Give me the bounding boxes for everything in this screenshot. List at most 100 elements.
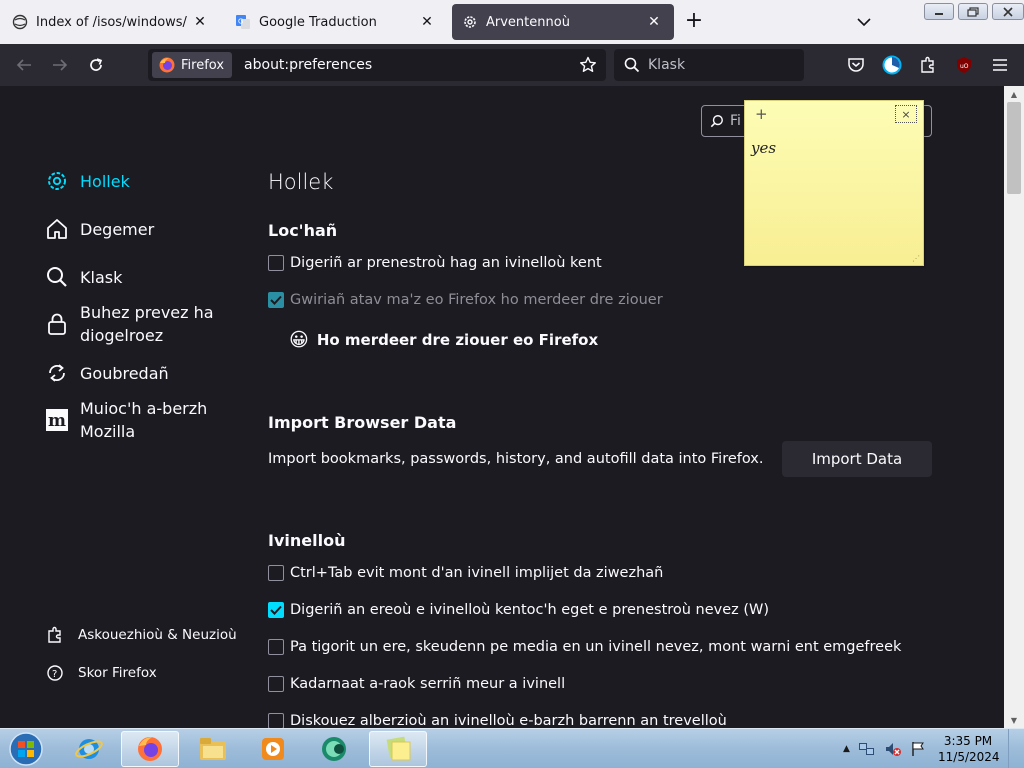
clock-date: 11/5/2024 bbox=[938, 750, 1000, 764]
close-tab-icon[interactable]: ✕ bbox=[417, 12, 437, 32]
show-desktop-button[interactable] bbox=[1008, 729, 1024, 768]
app-menu-button[interactable] bbox=[988, 53, 1012, 77]
close-note-button[interactable]: × bbox=[895, 105, 917, 123]
sidebar-item-klask[interactable]: Klask bbox=[44, 264, 122, 290]
identity-box[interactable]: Firefox bbox=[152, 52, 233, 78]
checkbox-label: Digeriñ an ereoù e ivinelloù kentoc'h eg… bbox=[290, 602, 770, 618]
sidebar-footer-support[interactable]: ? Skor Firefox bbox=[46, 664, 157, 682]
forward-button[interactable] bbox=[48, 53, 72, 77]
sidebar-item-label: Buhez prevez ha diogelroez bbox=[80, 303, 214, 345]
windows-start-icon bbox=[9, 732, 43, 766]
lock-icon bbox=[44, 311, 70, 337]
tab-title: Arventennoù bbox=[486, 14, 570, 30]
checkbox-check-default-browser[interactable]: Gwiriañ atav ma'z eo Firefox ho merdeer … bbox=[268, 292, 663, 308]
star-icon bbox=[580, 56, 596, 72]
checkbox[interactable] bbox=[268, 602, 284, 618]
sidebar-item-privacy[interactable]: Buhez prevez ha diogelroez bbox=[44, 301, 224, 347]
taskbar-sticky-notes[interactable] bbox=[369, 731, 427, 767]
gear-icon bbox=[462, 14, 478, 30]
scroll-up-arrow[interactable]: ▲ bbox=[1004, 86, 1024, 102]
new-tab-button[interactable]: + bbox=[682, 10, 706, 34]
pocket-button[interactable] bbox=[844, 53, 868, 77]
list-all-tabs-button[interactable] bbox=[852, 10, 876, 34]
sidebar-item-label: Hollek bbox=[80, 171, 130, 191]
sidebar-item-label: Goubredañ bbox=[80, 363, 169, 383]
account-button[interactable] bbox=[880, 53, 904, 77]
scroll-thumb[interactable] bbox=[1007, 102, 1021, 194]
taskbar-clock[interactable]: 3:35 PM 11/5/2024 bbox=[938, 733, 1000, 765]
taskbar: ▲ 3:35 PM 11/5/2024 bbox=[0, 728, 1024, 768]
sticky-note[interactable]: + × yes ⋰ bbox=[744, 100, 924, 266]
taskbar-app[interactable] bbox=[306, 731, 364, 767]
checkbox-label: Digeriñ ar prenestroù hag an ivinelloù k… bbox=[290, 255, 602, 271]
tab-arventennou[interactable]: Arventennoù ✕ bbox=[452, 4, 674, 40]
checkbox-label: Gwiriañ atav ma'z eo Firefox ho merdeer … bbox=[290, 292, 663, 308]
checkbox[interactable] bbox=[268, 292, 284, 308]
help-icon: ? bbox=[47, 665, 63, 681]
default-browser-text: Ho merdeer dre ziouer eo Firefox bbox=[316, 331, 599, 349]
checkbox-tab-previews[interactable]: Diskouez alberzioù an ivinelloù e-barzh … bbox=[268, 713, 727, 728]
page-title: Hollek bbox=[268, 170, 334, 194]
url-text[interactable]: about:preferences bbox=[244, 57, 574, 73]
page-scrollbar[interactable]: ▲ ▼ bbox=[1004, 86, 1024, 728]
close-window-button[interactable] bbox=[992, 3, 1024, 20]
reload-button[interactable] bbox=[84, 53, 108, 77]
sidebar-item-goubredan[interactable]: Goubredañ bbox=[44, 360, 169, 386]
taskbar-firefox[interactable] bbox=[121, 731, 179, 767]
sidebar-item-mozilla[interactable]: m Muioc'h a-berzh Mozilla bbox=[44, 397, 224, 443]
checkbox[interactable] bbox=[268, 676, 284, 692]
checkbox-switch-to-new-tab[interactable]: Pa tigorit un ere, skeudenn pe media en … bbox=[268, 639, 901, 655]
close-tab-icon[interactable]: ✕ bbox=[644, 12, 664, 32]
system-tray: ▲ bbox=[843, 729, 926, 768]
smiley-icon: 😀 bbox=[289, 329, 309, 351]
network-icon[interactable] bbox=[858, 741, 876, 757]
checkbox[interactable] bbox=[268, 565, 284, 581]
checkbox-confirm-close-tabs[interactable]: Kadarnaat a-raok serriñ meur a ivinell bbox=[268, 676, 565, 692]
tab-google-traduction[interactable]: G Google Traduction ✕ bbox=[225, 4, 447, 40]
extensions-button[interactable] bbox=[916, 53, 940, 77]
scroll-down-arrow[interactable]: ▼ bbox=[1004, 712, 1024, 728]
resize-grip[interactable]: ⋰ bbox=[912, 254, 920, 263]
firefox-icon bbox=[159, 57, 175, 73]
bookmark-star-button[interactable] bbox=[574, 51, 602, 79]
sidebar-item-degemer[interactable]: Degemer bbox=[44, 216, 154, 242]
new-note-button[interactable]: + bbox=[755, 105, 768, 123]
sidebar-item-hollek[interactable]: Hollek bbox=[44, 168, 130, 194]
restore-button[interactable] bbox=[958, 3, 988, 20]
reload-icon bbox=[90, 58, 103, 71]
home-icon bbox=[44, 216, 70, 242]
checkbox-label: Diskouez alberzioù an ivinelloù e-barzh … bbox=[290, 713, 727, 728]
action-center-flag-icon[interactable] bbox=[910, 741, 926, 757]
search-bar[interactable]: Klask bbox=[614, 49, 804, 81]
sticky-note-text[interactable]: yes bbox=[751, 139, 776, 157]
sidebar-footer-label: Skor Firefox bbox=[78, 665, 157, 681]
section-heading-tabs: Ivinelloù bbox=[268, 531, 346, 550]
sidebar-footer-addons[interactable]: Askouezhioù & Neuzioù bbox=[46, 626, 237, 644]
checkbox-restore-session[interactable]: Digeriñ ar prenestroù hag an ivinelloù k… bbox=[268, 255, 602, 271]
checkbox-open-links-in-tabs[interactable]: Digeriñ an ereoù e ivinelloù kentoc'h eg… bbox=[268, 602, 769, 618]
minimize-button[interactable] bbox=[924, 3, 954, 20]
tab-title: Google Traduction bbox=[259, 14, 377, 30]
url-bar[interactable]: Firefox about:preferences bbox=[148, 49, 606, 81]
search-icon bbox=[710, 115, 723, 128]
sync-icon bbox=[44, 360, 70, 386]
checkbox[interactable] bbox=[268, 713, 284, 728]
start-button[interactable] bbox=[4, 730, 48, 768]
ublock-button[interactable]: uO bbox=[952, 53, 976, 77]
arrow-left-icon bbox=[16, 59, 31, 71]
show-hidden-icons-icon[interactable]: ▲ bbox=[843, 744, 850, 754]
globe-icon bbox=[12, 14, 28, 30]
sidebar-item-label: Degemer bbox=[80, 219, 155, 239]
checkbox[interactable] bbox=[268, 255, 284, 271]
close-tab-icon[interactable]: ✕ bbox=[190, 12, 210, 32]
taskbar-file-explorer[interactable] bbox=[184, 731, 242, 767]
taskbar-internet-explorer[interactable] bbox=[60, 731, 118, 767]
checkbox[interactable] bbox=[268, 639, 284, 655]
tab-index-isos[interactable]: Index of /isos/windows/ ✕ bbox=[2, 4, 220, 40]
back-button[interactable] bbox=[12, 53, 36, 77]
arrow-right-icon bbox=[53, 59, 68, 71]
volume-muted-icon[interactable] bbox=[884, 741, 902, 757]
checkbox-ctrl-tab[interactable]: Ctrl+Tab evit mont d'an ivinell implijet… bbox=[268, 565, 663, 581]
import-data-button[interactable]: Import Data bbox=[782, 441, 932, 477]
taskbar-media-player[interactable] bbox=[244, 731, 302, 767]
